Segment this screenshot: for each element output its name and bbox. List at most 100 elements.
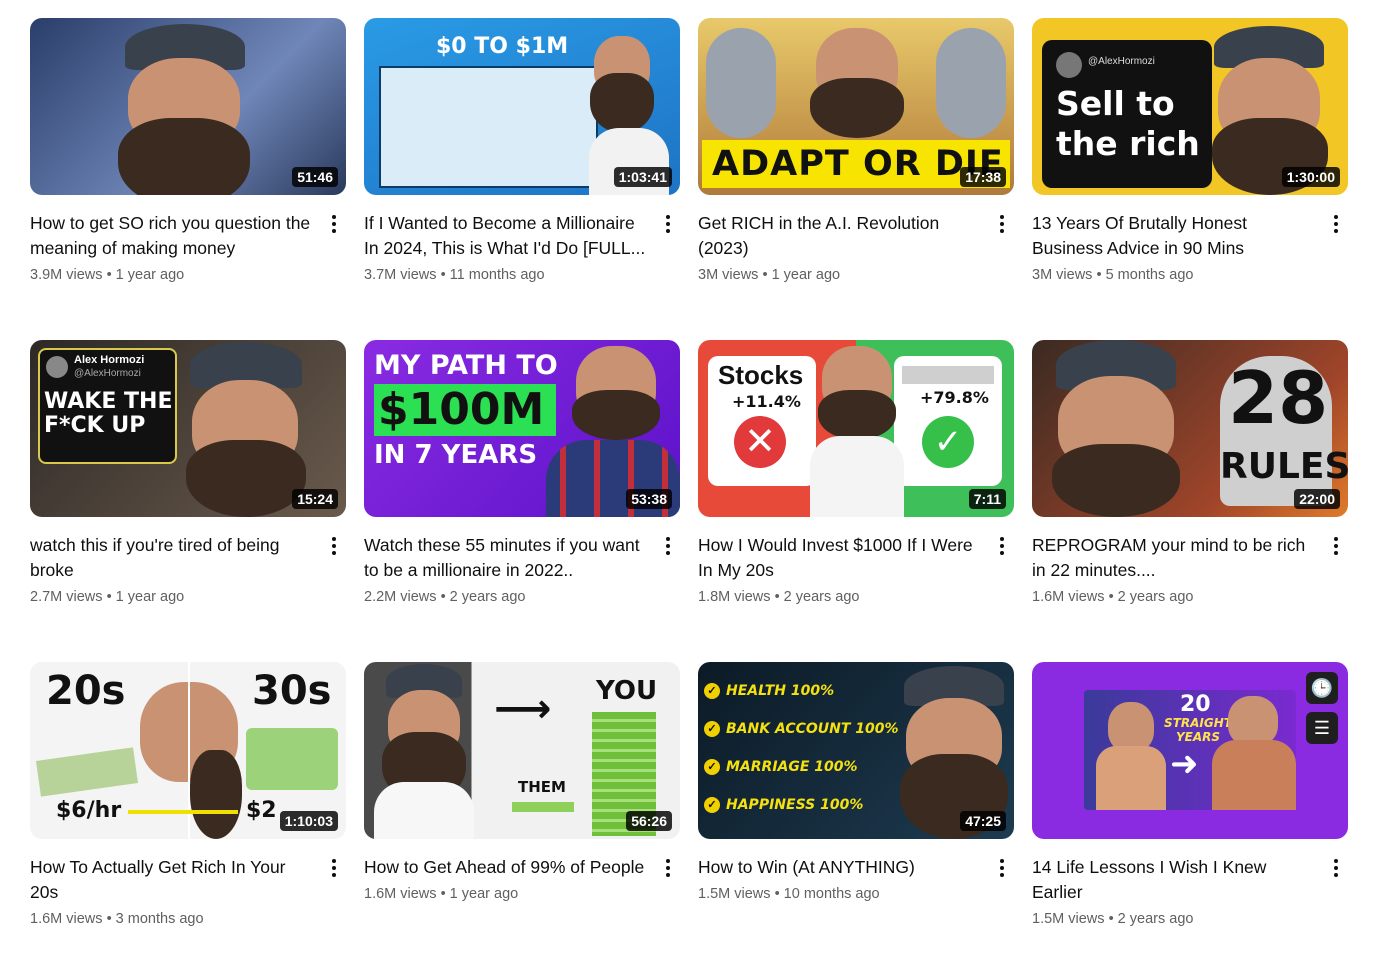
more-vert-icon[interactable] [990,209,1014,239]
thumbnail-text: YOU [596,676,658,706]
video-card[interactable]: Alex Hormozi @AlexHormozi WAKE THE F*CK … [30,340,346,605]
video-card[interactable]: ⟶ YOU THEM 56:26 How to Get Ahead of 99%… [364,662,680,902]
video-duration: 51:46 [292,167,338,187]
more-vert-icon[interactable] [990,531,1014,561]
more-vert-icon[interactable] [1324,531,1348,561]
thumbnail-text: 20s [46,668,126,714]
thumbnail-text: 20 [1180,692,1211,717]
thumbnail-text: 30s [252,668,332,714]
thumbnail-text: 28 [1228,356,1329,440]
video-title[interactable]: watch this if you're tired of being brok… [30,533,312,583]
view-count: 1.5M views [698,886,771,902]
check-icon: ✓ [704,683,720,699]
thumbnail-text: $2 [246,798,277,823]
video-stats: 3.7M views • 11 months ago [364,267,646,283]
separator: • [106,589,112,605]
arrow-right-icon: ➜ [1170,744,1199,784]
separator: • [1108,911,1114,927]
video-meta: How to get SO rich you question the mean… [30,211,346,283]
view-count: 2.2M views [364,589,437,605]
video-stats: 1.6M views • 1 year ago [364,886,646,902]
clock-icon[interactable]: 🕒 [1306,672,1338,704]
more-vert-icon[interactable] [990,853,1014,883]
video-stats: 1.8M views • 2 years ago [698,589,980,605]
video-title[interactable]: How To Actually Get Rich In Your 20s [30,855,312,905]
more-vert-icon[interactable] [656,531,680,561]
video-card[interactable]: 20s 30s $6/hr $2 1:10:03 How To Actually… [30,662,346,927]
video-title[interactable]: How to Get Ahead of 99% of People [364,855,646,880]
upload-age: 2 years ago [449,589,526,605]
upload-age: 1 year ago [771,267,841,283]
video-thumbnail[interactable]: ADAPT OR DIE 17:38 [698,18,1014,195]
video-thumbnail[interactable]: 51:46 [30,18,346,195]
video-thumbnail[interactable]: @AlexHormozi Sell to the rich 1:30:00 [1032,18,1348,195]
video-title[interactable]: Watch these 55 minutes if you want to be… [364,533,646,583]
check-icon: ✓ [704,797,720,813]
video-thumbnail[interactable]: Alex Hormozi @AlexHormozi WAKE THE F*CK … [30,340,346,517]
thumbnail-text: $6/hr [56,798,122,823]
more-vert-icon[interactable] [1324,853,1348,883]
video-stats: 1.6M views • 3 months ago [30,911,312,927]
more-vert-icon[interactable] [322,853,346,883]
video-meta: If I Wanted to Become a Millionaire In 2… [364,211,680,283]
video-thumbnail[interactable]: ⟶ YOU THEM 56:26 [364,662,680,839]
video-card[interactable]: Stocks +11.4% ✕ +79.8% ✓ 7:11 How I Woul… [698,340,1014,605]
thumbnail-text: $100M [378,384,545,435]
view-count: 3M views [698,267,759,283]
separator: • [106,911,112,927]
more-vert-icon[interactable] [656,209,680,239]
playlist-add-icon[interactable]: ☰ [1306,712,1338,744]
video-thumbnail[interactable]: 20s 30s $6/hr $2 1:10:03 [30,662,346,839]
view-count: 1.6M views [1032,589,1105,605]
video-card[interactable]: ✓ HEALTH 100% ✓ BANK ACCOUNT 100% ✓ MARR… [698,662,1014,902]
video-title[interactable]: Get RICH in the A.I. Revolution (2023) [698,211,980,261]
separator: • [1096,267,1102,283]
video-meta: How to Win (At ANYTHING) 1.5M views • 10… [698,855,1014,902]
video-card[interactable]: 51:46 How to get SO rich you question th… [30,18,346,283]
more-vert-icon[interactable] [322,531,346,561]
video-meta: Watch these 55 minutes if you want to be… [364,533,680,605]
video-duration: 53:38 [626,489,672,509]
video-card[interactable]: @AlexHormozi Sell to the rich 1:30:00 13… [1032,18,1348,283]
more-vert-icon[interactable] [322,209,346,239]
video-title[interactable]: REPROGRAM your mind to be rich in 22 min… [1032,533,1314,583]
video-title[interactable]: How to Win (At ANYTHING) [698,855,980,880]
video-duration: 56:26 [626,811,672,831]
upload-age: 2 years ago [783,589,860,605]
video-stats: 3M views • 1 year ago [698,267,980,283]
upload-age: 1 year ago [115,267,185,283]
video-meta: 13 Years Of Brutally Honest Business Adv… [1032,211,1348,283]
separator: • [774,886,780,902]
video-card[interactable]: MY PATH TO $100M IN 7 YEARS 53:38 Watch … [364,340,680,605]
more-vert-icon[interactable] [1324,209,1348,239]
video-thumbnail[interactable]: $0 TO $1M 1:03:41 [364,18,680,195]
thumbnail-art: Stocks +11.4% ✕ +79.8% ✓ [698,340,1014,517]
video-thumbnail[interactable]: ✓ HEALTH 100% ✓ BANK ACCOUNT 100% ✓ MARR… [698,662,1014,839]
video-duration: 1:30:00 [1281,167,1340,187]
video-thumbnail[interactable]: MY PATH TO $100M IN 7 YEARS 53:38 [364,340,680,517]
check-icon: ✓ [704,721,720,737]
upload-age: 11 months ago [449,267,545,283]
separator: • [774,589,780,605]
video-card[interactable]: 28 RULES 22:00 REPROGRAM your mind to be… [1032,340,1348,605]
video-card[interactable]: 20 STRAIGHT YEARS ➜ 🕒 ☰ 14 Life Lessons … [1032,662,1348,927]
checklist-label: HAPPINESS 100% [726,797,864,813]
x-mark-icon: ✕ [734,416,786,468]
video-title[interactable]: 14 Life Lessons I Wish I Knew Earlier [1032,855,1314,905]
video-stats: 2.7M views • 1 year ago [30,589,312,605]
video-thumbnail[interactable]: Stocks +11.4% ✕ +79.8% ✓ 7:11 [698,340,1014,517]
video-duration: 17:38 [960,167,1006,187]
video-title[interactable]: If I Wanted to Become a Millionaire In 2… [364,211,646,261]
video-title[interactable]: How to get SO rich you question the mean… [30,211,312,261]
video-card[interactable]: ADAPT OR DIE 17:38 Get RICH in the A.I. … [698,18,1014,283]
view-count: 3M views [1032,267,1093,283]
more-vert-icon[interactable] [656,853,680,883]
thumbnail-art: 20 STRAIGHT YEARS ➜ [1032,662,1348,839]
video-title[interactable]: 13 Years Of Brutally Honest Business Adv… [1032,211,1314,261]
video-title[interactable]: How I Would Invest $1000 If I Were In My… [698,533,980,583]
view-count: 2.7M views [30,589,103,605]
video-stats: 2.2M views • 2 years ago [364,589,646,605]
video-thumbnail[interactable]: 28 RULES 22:00 [1032,340,1348,517]
video-card[interactable]: $0 TO $1M 1:03:41 If I Wanted to Become … [364,18,680,283]
video-thumbnail[interactable]: 20 STRAIGHT YEARS ➜ 🕒 ☰ [1032,662,1348,839]
